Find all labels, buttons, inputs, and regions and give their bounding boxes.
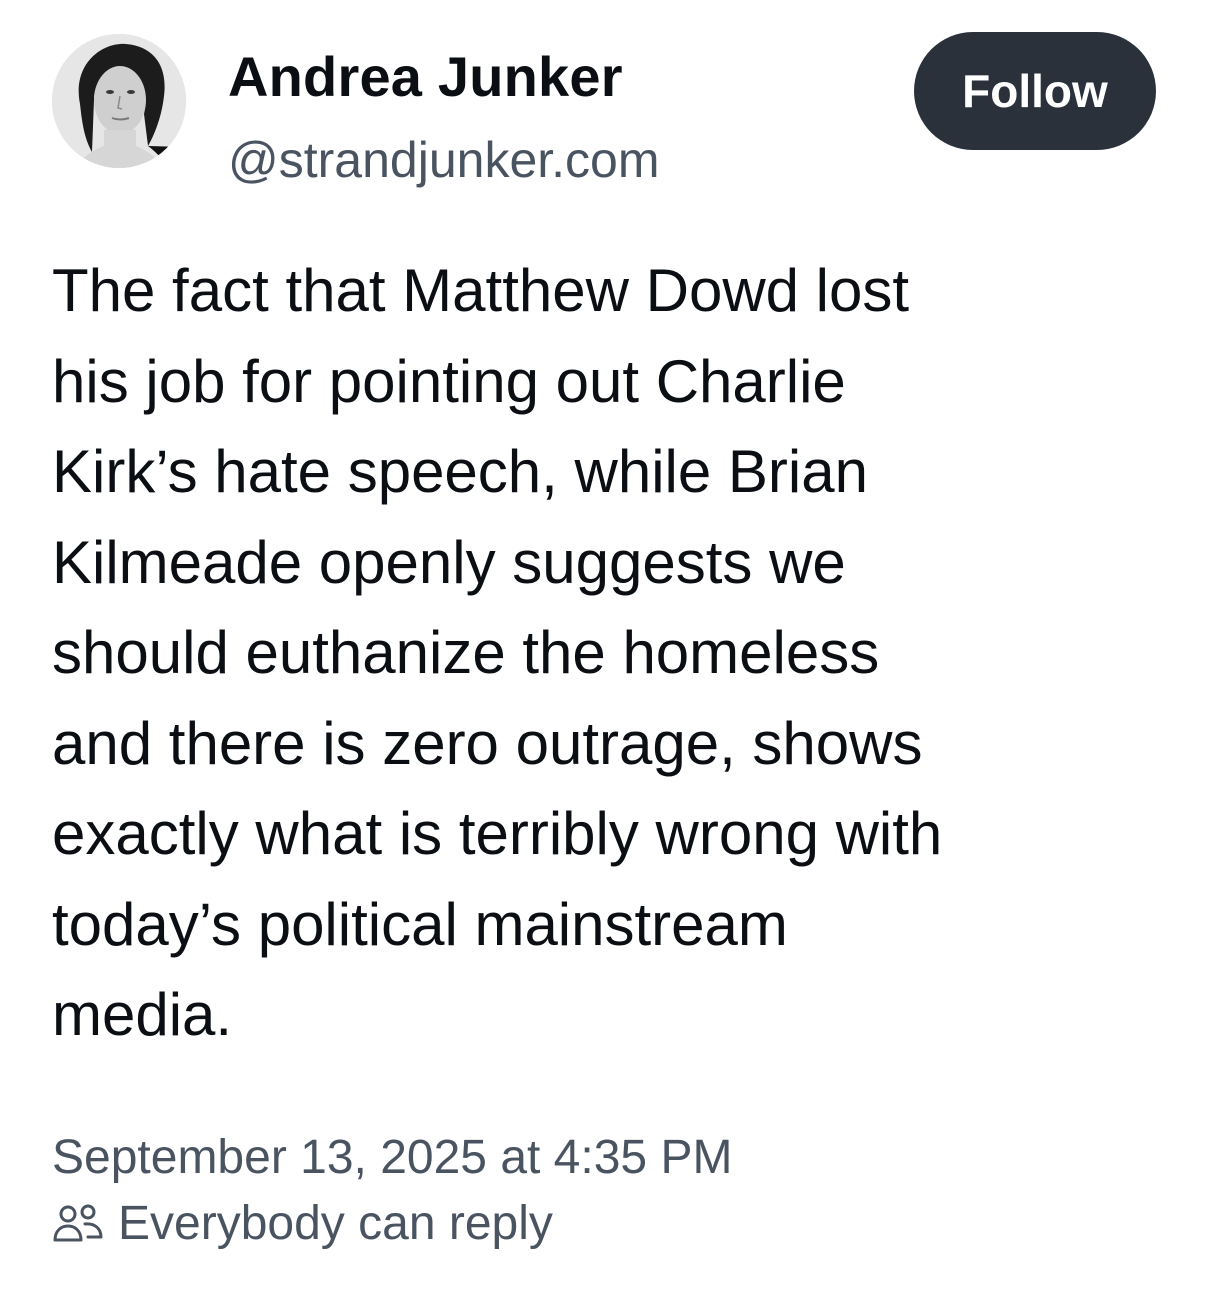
profile-photo-icon xyxy=(52,34,186,168)
post-text-line: his job for pointing out Charlie xyxy=(52,347,846,415)
post-timestamp[interactable]: September 13, 2025 at 4:35 PM xyxy=(52,1126,732,1190)
post-text-line: today’s political mainstream xyxy=(52,890,788,958)
author-handle[interactable]: @strandjunker.com xyxy=(228,128,660,192)
post-text-line: media. xyxy=(52,981,233,1048)
post: Andrea Junker @strandjunker.com Follow T… xyxy=(0,0,1206,1301)
post-text-line: Kirk’s hate speech, while Brian xyxy=(52,438,868,505)
reply-setting-label: Everybody can reply xyxy=(118,1196,553,1250)
post-text-line: and there is zero outrage, shows xyxy=(52,709,923,777)
post-text-line: The fact that Matthew Dowd lost xyxy=(52,257,910,324)
avatar[interactable] xyxy=(52,34,186,168)
reply-setting[interactable]: Everybody can reply xyxy=(52,1188,553,1258)
post-text: The fact that Matthew Dowd lost his job … xyxy=(52,246,1172,1061)
post-text-line: should euthanize the homeless xyxy=(52,619,880,686)
people-icon xyxy=(52,1203,104,1243)
follow-button[interactable]: Follow xyxy=(914,32,1156,150)
post-text-line: exactly what is terribly wrong with xyxy=(52,800,943,867)
author-display-name[interactable]: Andrea Junker xyxy=(228,42,623,112)
post-text-line: Kilmeade openly suggests we xyxy=(52,528,846,596)
